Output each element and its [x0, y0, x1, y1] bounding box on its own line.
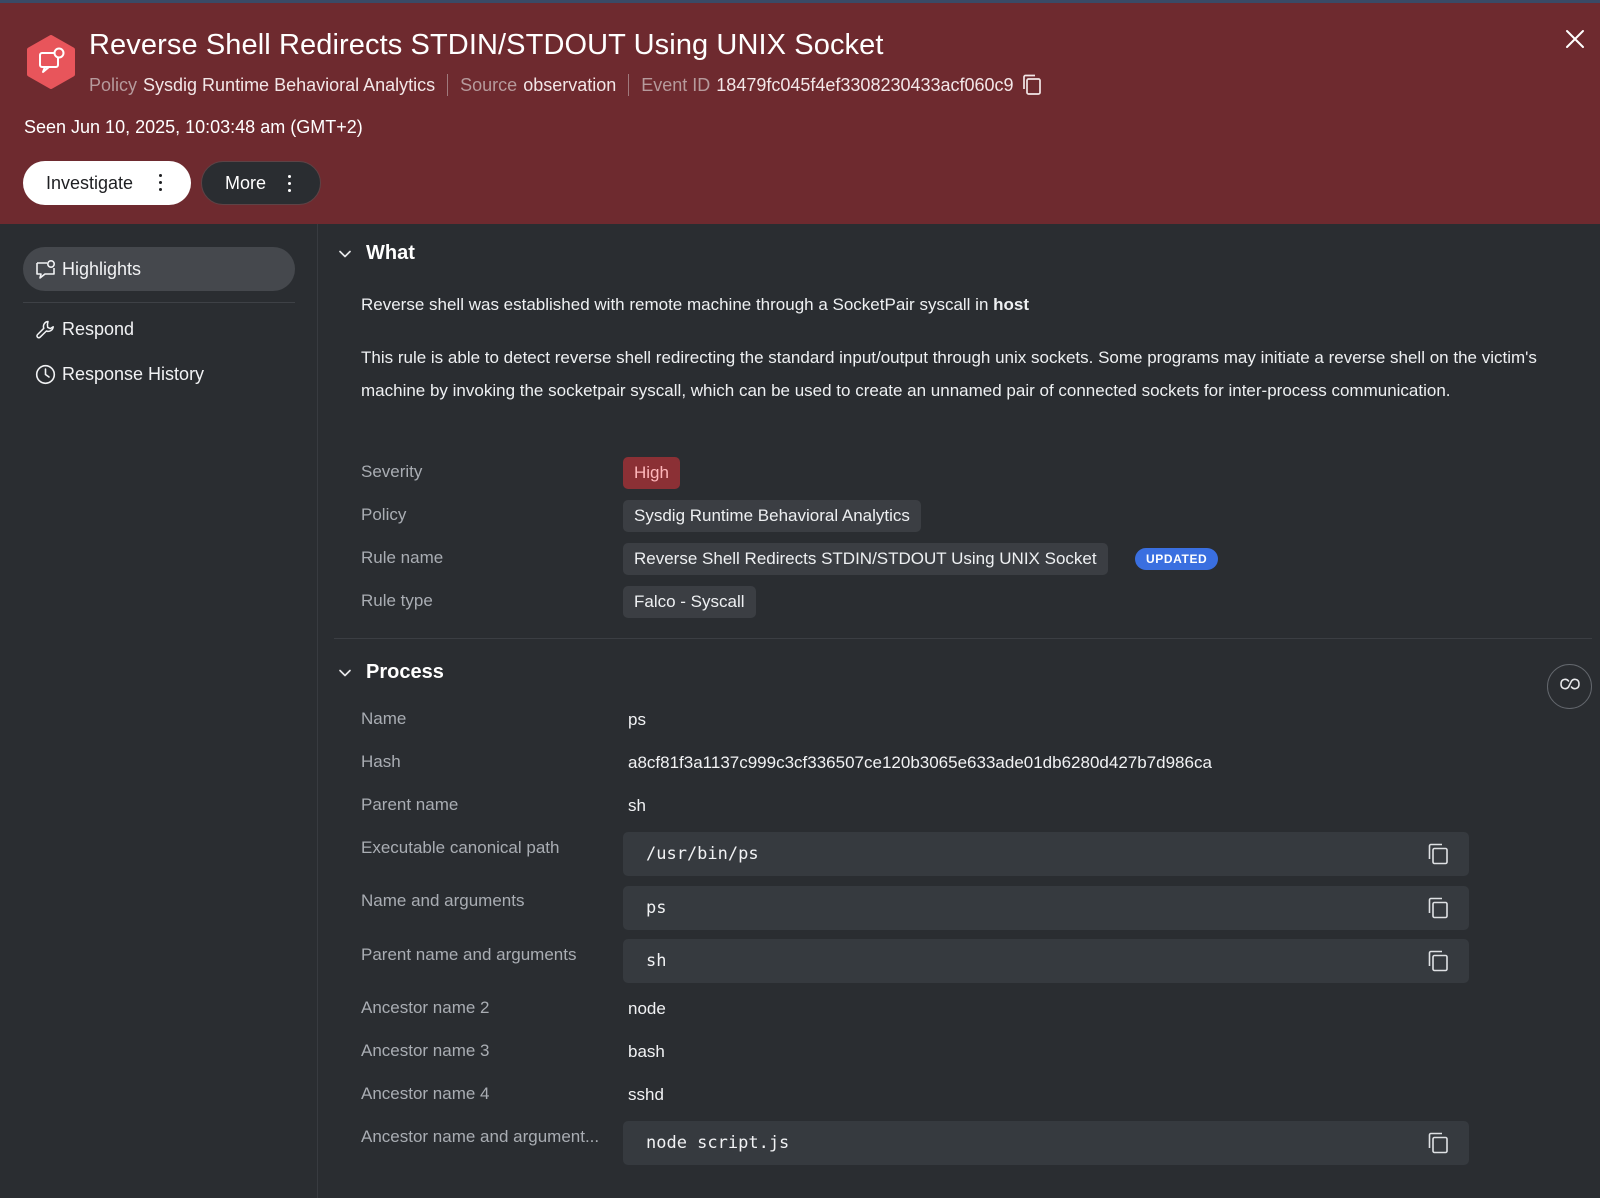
name-args-value: ps — [646, 898, 667, 918]
investigate-label: Investigate — [46, 172, 134, 193]
exe-path-value: /usr/bin/ps — [646, 844, 759, 864]
hash-value: a8cf81f3a1137c999c3cf336507ce120b3065e63… — [628, 753, 1212, 772]
rule-name-label: Rule name — [361, 548, 444, 567]
parent-args-value: sh — [646, 951, 667, 971]
ancestor-3-value: bash — [628, 1042, 665, 1061]
summary-host: host — [993, 295, 1030, 314]
sidebar-item-label: Response History — [62, 363, 205, 384]
investigate-button[interactable]: Investigate — [23, 161, 191, 205]
link-button[interactable] — [1547, 664, 1592, 709]
severity-badge: High — [623, 457, 680, 489]
highlights-icon — [35, 259, 56, 280]
section-title: What — [366, 242, 415, 264]
process-name-value: ps — [628, 710, 646, 729]
section-divider — [334, 638, 1592, 639]
parent-args-field: sh — [623, 939, 1469, 983]
source-key: Source — [460, 74, 518, 95]
link-icon — [1559, 677, 1581, 696]
ancestor-2-label: Ancestor name 2 — [361, 998, 490, 1017]
event-header: Reverse Shell Redirects STDIN/STDOUT Usi… — [0, 0, 1600, 224]
policy-chip: Sysdig Runtime Behavioral Analytics — [623, 500, 921, 532]
ancestor-2-value: node — [628, 999, 666, 1018]
sidebar-item-respond[interactable]: Respond — [23, 314, 134, 344]
severity-label: Severity — [361, 462, 423, 481]
exe-path-field: /usr/bin/ps — [623, 832, 1469, 876]
event-meta: Policy Sysdig Runtime Behavioral Analyti… — [89, 73, 1042, 97]
meta-separator — [628, 74, 630, 96]
ancestor-4-label: Ancestor name 4 — [361, 1084, 490, 1103]
kebab-icon — [159, 174, 163, 192]
more-button[interactable]: More — [201, 161, 321, 205]
policy-label: Policy — [361, 505, 407, 524]
name-args-label: Name and arguments — [361, 891, 525, 910]
updated-badge: UPDATED — [1135, 548, 1219, 570]
copy-icon[interactable] — [1427, 1132, 1449, 1154]
copy-icon[interactable] — [1427, 843, 1449, 865]
event-id-value: 18479fc045f4ef3308230433acf060c9 — [716, 74, 1014, 95]
sidebar-item-response-history[interactable]: Response History — [23, 359, 204, 389]
parent-name-label: Parent name — [361, 795, 459, 814]
copy-icon[interactable] — [1022, 74, 1042, 96]
parent-args-label: Parent name and arguments — [361, 945, 577, 964]
section-title: Process — [366, 661, 444, 683]
parent-name-value: sh — [628, 796, 646, 815]
hash-label: Hash — [361, 752, 401, 771]
copy-icon[interactable] — [1427, 897, 1449, 919]
policy-key: Policy — [89, 74, 138, 95]
close-icon[interactable] — [1564, 28, 1586, 50]
exe-path-label: Executable canonical path — [361, 838, 560, 857]
ancestor-4-value: sshd — [628, 1085, 664, 1104]
name-args-field: ps — [623, 886, 1469, 930]
sidebar: Highlights Respond Response History — [0, 224, 318, 1198]
details-panel: What Reverse shell was established with … — [318, 224, 1600, 1198]
more-label: More — [225, 172, 267, 193]
sidebar-item-highlights[interactable]: Highlights — [23, 247, 295, 291]
ancestor-args-value: node script.js — [646, 1133, 790, 1153]
what-summary: Reverse shell was established with remot… — [361, 288, 1561, 321]
alert-chat-icon — [25, 35, 77, 89]
page-title: Reverse Shell Redirects STDIN/STDOUT Usi… — [89, 29, 884, 61]
meta-separator — [447, 74, 449, 96]
what-description: This rule is able to detect reverse shel… — [361, 348, 1537, 400]
process-name-label: Name — [361, 709, 407, 728]
chevron-down-icon — [338, 247, 352, 261]
sidebar-item-label: Respond — [62, 318, 135, 339]
rule-name-chip: Reverse Shell Redirects STDIN/STDOUT Usi… — [623, 543, 1108, 575]
ancestor-args-label: Ancestor name and argument... — [361, 1127, 600, 1146]
rule-type-label: Rule type — [361, 591, 433, 610]
seen-timestamp: Seen Jun 10, 2025, 10:03:48 am (GMT+2) — [24, 117, 363, 137]
event-id-key: Event ID — [641, 74, 711, 95]
section-process-toggle[interactable]: Process — [338, 661, 444, 684]
wrench-icon — [35, 319, 56, 340]
clock-icon — [35, 364, 56, 385]
kebab-icon — [288, 175, 292, 193]
sidebar-divider — [23, 302, 295, 303]
ancestor-3-label: Ancestor name 3 — [361, 1041, 490, 1060]
source-value: observation — [523, 74, 617, 95]
policy-value: Sysdig Runtime Behavioral Analytics — [143, 74, 436, 95]
sidebar-item-label: Highlights — [62, 258, 142, 279]
ancestor-args-field: node script.js — [623, 1121, 1469, 1165]
chevron-down-icon — [338, 666, 352, 680]
rule-type-chip: Falco - Syscall — [623, 586, 756, 618]
copy-icon[interactable] — [1427, 950, 1449, 972]
summary-text: Reverse shell was established with remot… — [361, 295, 989, 314]
section-what-toggle[interactable]: What — [338, 242, 415, 265]
